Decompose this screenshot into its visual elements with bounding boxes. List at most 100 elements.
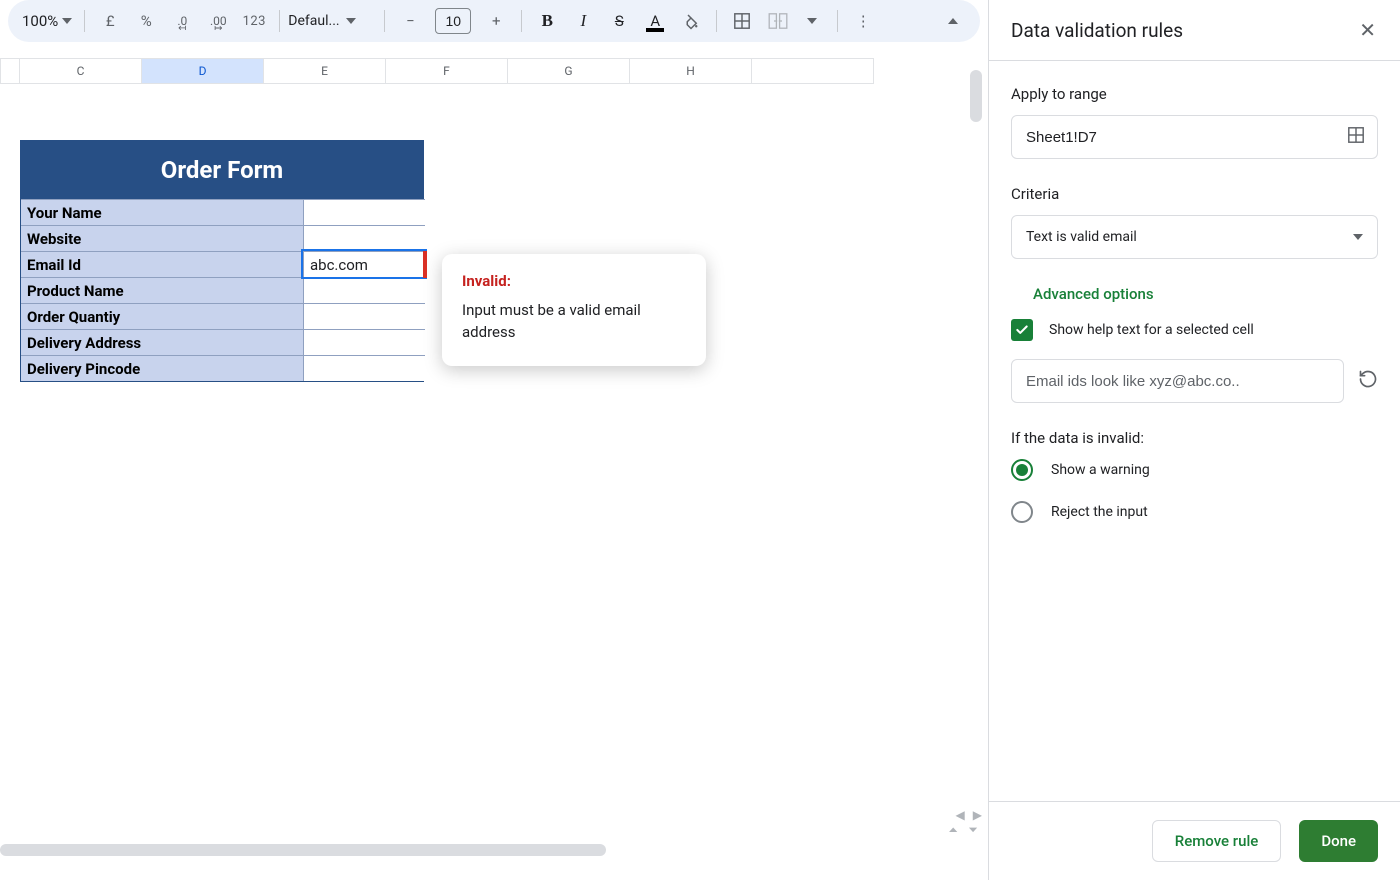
toolbar-separator [384,10,385,32]
help-text-input[interactable] [1011,359,1344,403]
form-label-pin[interactable]: Delivery Pincode [21,355,303,381]
more-vertical-icon: ⋮ [856,12,871,30]
text-color-button[interactable]: A [638,5,672,37]
apply-range-label: Apply to range [1011,85,1378,103]
bold-button[interactable]: B [530,5,564,37]
number-format-button[interactable]: 123 [237,5,271,37]
help-text-checkbox[interactable] [1011,319,1033,341]
tooltip-body: Input must be a valid email address [462,300,686,344]
close-panel-button[interactable]: ✕ [1359,18,1376,42]
form-value-email[interactable]: abc.com [303,251,425,277]
column-header[interactable] [752,58,874,84]
form-label-email[interactable]: Email Id [21,251,303,277]
close-icon: ✕ [1359,18,1376,42]
plus-icon: + [492,12,501,30]
column-header-f[interactable]: F [386,58,508,84]
decrease-font-size-button[interactable]: − [393,5,427,37]
help-text-checkbox-label: Show help text for a selected cell [1049,322,1254,338]
refresh-icon [1358,369,1378,389]
toolbar-separator [716,10,717,32]
fill-color-button[interactable] [674,5,708,37]
reject-input-radio-label: Reject the input [1051,504,1148,520]
data-validation-panel: Data validation rules ✕ Apply to range C… [988,0,1400,880]
form-value-website[interactable] [303,225,425,251]
merge-cells-button[interactable] [761,5,795,37]
show-warning-radio[interactable] [1011,459,1033,481]
zoom-dropdown[interactable]: 100% [18,12,76,30]
form-label-product[interactable]: Product Name [21,277,303,303]
caret-down-icon [62,18,72,24]
caret-down-icon [346,18,356,24]
bold-icon: B [542,11,553,31]
font-size-input[interactable] [435,8,471,34]
font-name-label: Defaul... [288,13,339,29]
strike-icon: S [615,12,624,30]
range-input[interactable] [1024,128,1347,147]
percent-icon: % [141,12,152,30]
grid-select-icon[interactable] [1347,126,1365,148]
merge-dropdown-button[interactable] [795,5,829,37]
pound-icon: £ [106,12,115,30]
caret-down-icon [1353,234,1363,240]
column-header-h[interactable]: H [630,58,752,84]
percent-format-button[interactable]: % [129,5,163,37]
invalid-data-label: If the data is invalid: [1011,429,1378,447]
form-value-addr[interactable] [303,329,425,355]
reject-input-radio[interactable] [1011,501,1033,523]
column-header-d[interactable]: D [142,58,264,84]
form-value-qty[interactable] [303,303,425,329]
spreadsheet-area: C D E F G H Order Form Your Name Website… [0,58,988,880]
form-label-name[interactable]: Your Name [21,199,303,225]
remove-rule-button[interactable]: Remove rule [1152,820,1282,862]
show-warning-radio-label: Show a warning [1051,462,1150,478]
criteria-value: Text is valid email [1026,229,1137,245]
column-header-e[interactable]: E [264,58,386,84]
order-form-table: Order Form Your Name Website Email Idabc… [20,140,424,382]
vertical-scrollbar[interactable] [970,70,982,122]
caret-down-icon [807,18,817,24]
toolbar-separator [837,10,838,32]
range-input-box[interactable] [1011,115,1378,159]
more-toolbar-button[interactable]: ⋮ [846,5,880,37]
validation-error-flag [423,251,427,278]
column-header-c[interactable]: C [20,58,142,84]
increase-font-size-button[interactable]: + [479,5,513,37]
italic-icon: I [580,11,586,31]
check-icon [1015,323,1029,337]
criteria-label: Criteria [1011,185,1378,203]
form-value-product[interactable] [303,277,425,303]
validation-tooltip: Invalid: Input must be a valid email add… [442,254,706,366]
currency-format-button[interactable]: £ [93,5,127,37]
toolbar-separator [279,10,280,32]
borders-button[interactable] [725,5,759,37]
form-label-website[interactable]: Website [21,225,303,251]
done-button[interactable]: Done [1299,820,1378,862]
horizontal-scrollbar[interactable] [0,844,606,856]
form-value-name[interactable] [303,199,425,225]
sheet-nav-arrows: ▲ ▼ [0,820,988,842]
borders-icon [733,12,751,30]
form-label-qty[interactable]: Order Quantiy [21,303,303,329]
minus-icon: − [406,12,415,30]
paint-bucket-icon [682,12,700,30]
advanced-options-toggle[interactable]: Advanced options [1033,285,1378,303]
chevron-up-icon [948,18,958,24]
merge-icon [768,13,788,29]
decrease-decimal-button[interactable]: .0 ↤ [165,5,199,37]
italic-button[interactable]: I [566,5,600,37]
form-label-addr[interactable]: Delivery Address [21,329,303,355]
cell-text: abc.com [310,256,368,274]
column-headers: C D E F G H [0,58,988,84]
criteria-dropdown[interactable]: Text is valid email [1011,215,1378,259]
font-family-dropdown[interactable]: Defaul... [288,13,376,29]
toolbar-separator [84,10,85,32]
strikethrough-button[interactable]: S [602,5,636,37]
increase-decimal-button[interactable]: .00 ↦ [201,5,235,37]
tooltip-title: Invalid: [462,272,686,290]
column-header[interactable] [0,58,20,84]
reset-help-text-button[interactable] [1358,369,1378,393]
column-header-g[interactable]: G [508,58,630,84]
collapse-toolbar-button[interactable] [936,5,970,37]
form-value-pin[interactable] [303,355,425,381]
numformat-icon: 123 [243,14,266,29]
